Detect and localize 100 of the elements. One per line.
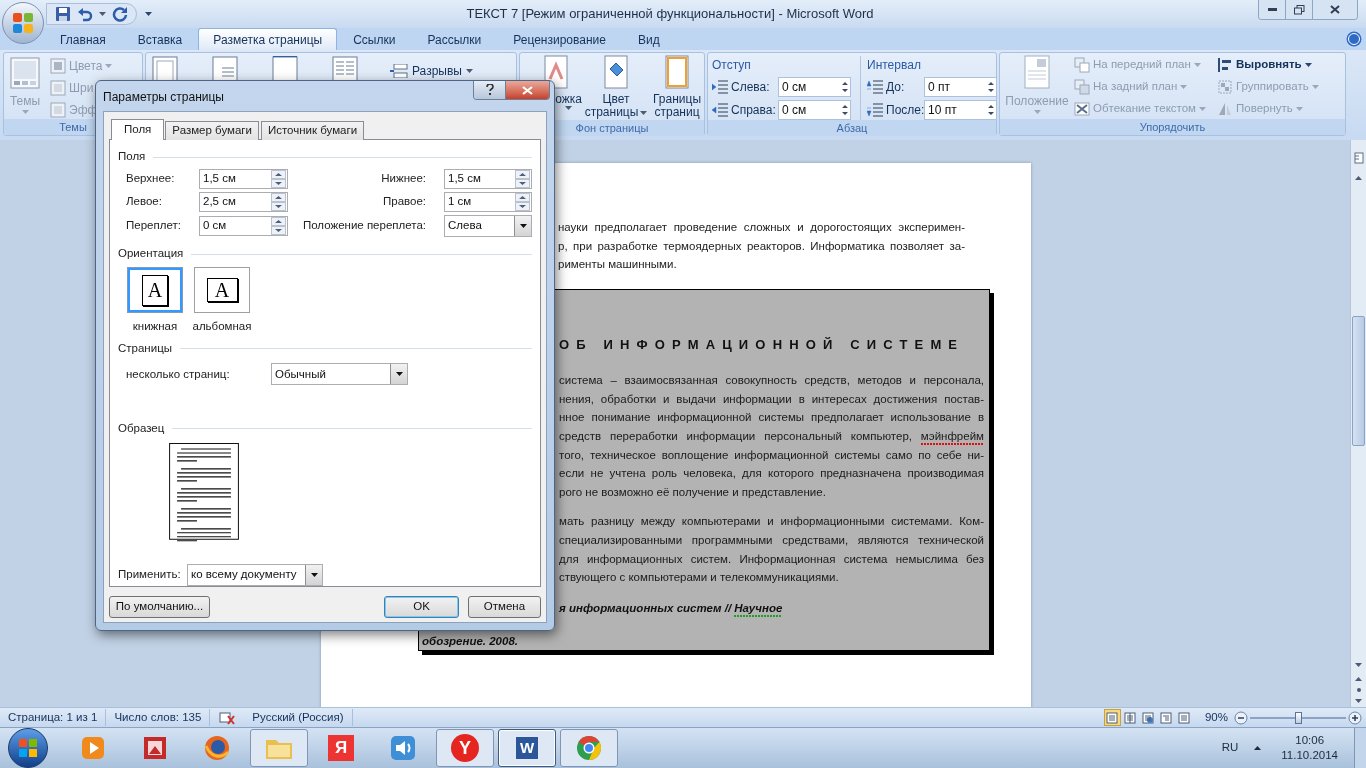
dialog-tab[interactable]: Источник бумаги <box>260 121 365 140</box>
dropdown-field[interactable]: ко всему документу <box>187 564 323 586</box>
dialog-button[interactable]: По умолчанию... <box>109 596 210 618</box>
view-button[interactable] <box>1175 709 1193 726</box>
spin-field[interactable]: 1,5 см <box>444 169 532 189</box>
spelling-check-icon[interactable] <box>218 710 237 725</box>
app-tile: Я <box>328 735 354 761</box>
ribbon-tab[interactable]: Вид <box>621 30 676 50</box>
spin-field[interactable]: 1 см <box>444 192 532 212</box>
spin-field[interactable]: 1,5 см <box>199 169 288 189</box>
field-label: Применить: <box>118 567 182 583</box>
ribbon-tab[interactable]: Рецензирование <box>497 30 622 50</box>
theme-option-icon <box>50 57 66 74</box>
help-button[interactable] <box>474 81 506 99</box>
caret-icon <box>99 12 106 16</box>
paint-bucket-icon <box>602 55 630 89</box>
section-heading: Образец <box>118 420 165 436</box>
caret-icon <box>640 110 648 115</box>
spin-field[interactable]: 0 см <box>778 99 851 120</box>
slider-thumb[interactable] <box>1295 711 1302 724</box>
ribbon-tab[interactable]: Ссылки <box>337 30 412 50</box>
spinner-icon <box>271 170 286 188</box>
dropdown-field[interactable]: Слева <box>444 215 532 237</box>
field-label: Правое: <box>381 194 427 210</box>
orientation-label: альбомная <box>192 319 252 334</box>
tray-expand-button[interactable] <box>1254 746 1262 750</box>
clock[interactable]: 10:06 11.10.2014 <box>1281 733 1338 763</box>
spin-field[interactable]: 2,5 см <box>199 192 288 212</box>
minimize-button[interactable] <box>1259 0 1286 19</box>
taskbar-button[interactable] <box>560 729 618 767</box>
view-button[interactable] <box>1103 709 1121 726</box>
undo-icon[interactable] <box>77 6 93 22</box>
status-item[interactable]: Число слов: 135 <box>106 708 211 727</box>
orientation-option[interactable]: A <box>127 267 183 313</box>
windows-logo-icon <box>19 739 37 757</box>
dialog-button[interactable]: OK <box>384 596 459 618</box>
page-background-button[interactable]: Границы страниц <box>650 55 704 120</box>
spin-field[interactable]: 0 см <box>199 216 288 236</box>
redo-icon[interactable] <box>112 6 128 22</box>
spin-field[interactable]: 10 пт <box>924 99 997 120</box>
spinner-icon <box>515 170 530 188</box>
close-icon <box>1330 5 1340 14</box>
group-label: Темы <box>59 119 87 135</box>
taskbar-button[interactable]: W <box>498 729 556 767</box>
text-line: для информационных систем. Информационная система немыслима без <box>559 551 984 567</box>
taskbar-button[interactable]: Y <box>436 729 494 767</box>
close-button[interactable] <box>1313 0 1357 19</box>
ribbon-tab[interactable]: Главная <box>44 30 122 50</box>
text-line: я информационных систем // Научное <box>559 598 989 618</box>
caret-icon <box>310 573 318 577</box>
text-line: ствующего с компьютерами и телекоммуникациями. <box>559 570 840 586</box>
text-line: средств переработки информации персональный компьютер, мэйнфрейм <box>559 427 984 446</box>
page-background-button[interactable]: Цвет страницы <box>586 55 646 120</box>
spin-field[interactable]: 0 см <box>778 76 851 97</box>
arrange-option[interactable]: Выровнять <box>1236 55 1302 74</box>
field-label: Верхнее: <box>125 171 176 187</box>
zoom-out-icon[interactable] <box>1234 710 1248 725</box>
zoom-slider[interactable] <box>1250 710 1346 725</box>
save-icon[interactable] <box>55 6 71 22</box>
text-line: науки предполагает проведение сложных и дорогостоящих эксперимен- <box>558 220 965 235</box>
dialog-button[interactable]: Отмена <box>468 596 541 618</box>
ribbon-tab[interactable]: Рассылки <box>411 30 498 50</box>
field-label: Нижнее: <box>380 171 427 187</box>
dialog-tab[interactable]: Размер бумаги <box>165 121 259 140</box>
ribbon-tab[interactable]: Разметка страницы <box>198 28 338 50</box>
input-language[interactable]: RU <box>1221 739 1239 757</box>
caret-icon <box>1033 110 1041 114</box>
view-button[interactable] <box>1157 709 1175 726</box>
field-label: До: <box>886 78 906 96</box>
dialog-tab[interactable]: Поля <box>111 119 165 140</box>
indent-icon <box>712 102 728 117</box>
restore-button[interactable] <box>1286 0 1313 19</box>
scroll-thumb[interactable] <box>1352 316 1365 446</box>
zoom-in-icon[interactable] <box>1348 710 1362 725</box>
orientation-option[interactable]: A <box>194 267 250 313</box>
office-button[interactable] <box>2 2 44 44</box>
language-status[interactable]: Русский (Россия) <box>244 708 353 727</box>
view-button[interactable] <box>1121 709 1139 726</box>
dot-icon <box>1356 688 1361 692</box>
spin-field[interactable]: 0 пт <box>924 76 997 97</box>
zoom-level[interactable]: 90% <box>1204 708 1228 727</box>
caret-icon <box>1295 106 1303 111</box>
position-icon <box>1023 55 1051 89</box>
start-button[interactable] <box>8 728 48 768</box>
status-item[interactable]: Страница: 1 из 1 <box>0 708 107 727</box>
orientation-label: книжная <box>132 319 178 334</box>
ribbon-tab[interactable]: Вставка <box>121 30 199 50</box>
theme-option-icon <box>50 101 66 118</box>
caret-icon <box>21 110 29 114</box>
view-icon <box>1160 711 1173 724</box>
text-line: если не учтена роль человека, для которого предназначена производимая <box>559 466 984 482</box>
breaks-button[interactable]: Разрывы <box>412 62 473 80</box>
close-button[interactable] <box>506 81 549 99</box>
dropdown-field[interactable]: Обычный <box>271 363 408 386</box>
text-line: система – взаимосвязанная совокупность средств, методов и персонала, <box>559 373 984 389</box>
taskbar-button[interactable]: Я <box>312 729 370 767</box>
spacing-icon <box>867 102 883 117</box>
view-button[interactable] <box>1139 709 1157 726</box>
caret-icon <box>1355 677 1362 681</box>
group-icon <box>1217 78 1233 95</box>
